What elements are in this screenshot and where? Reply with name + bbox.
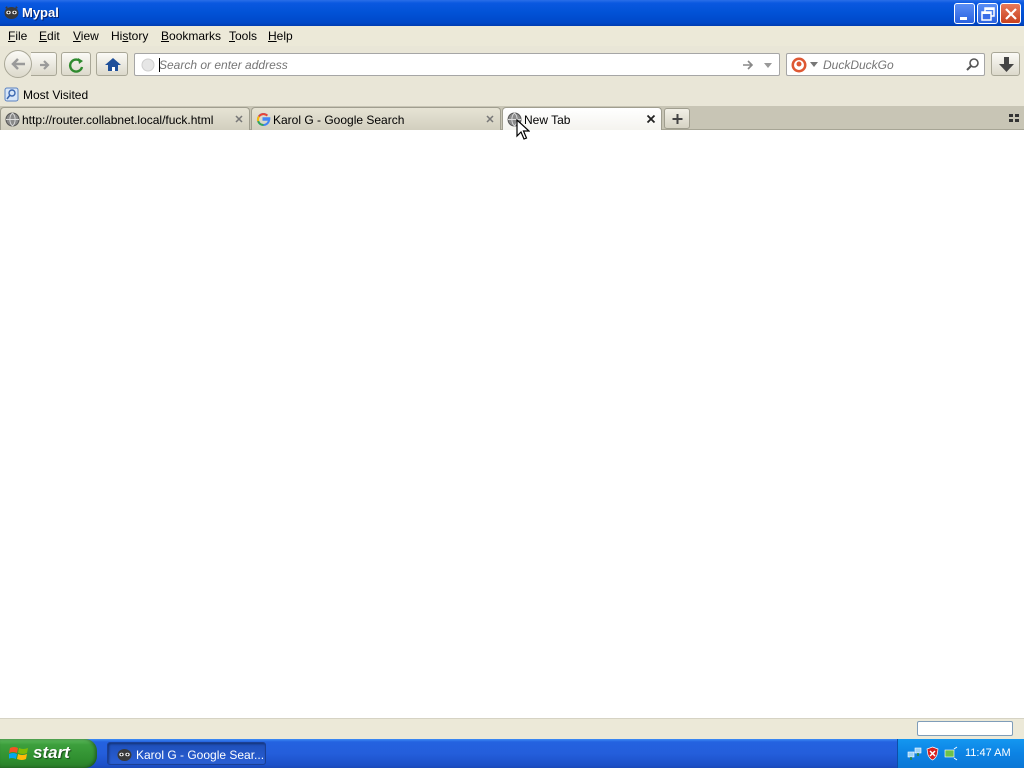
close-icon	[1005, 8, 1017, 20]
taskbar-window-button[interactable]: Karol G - Google Sear...	[107, 742, 266, 765]
text-caret	[159, 58, 160, 72]
restore-button[interactable]	[977, 3, 998, 24]
most-visited-icon	[4, 87, 19, 102]
tab-router[interactable]: http://router.collabnet.local/fuck.html	[0, 107, 250, 130]
forward-button[interactable]	[31, 52, 57, 76]
engine-dropdown-icon[interactable]	[810, 62, 818, 68]
menu-view[interactable]: View	[73, 29, 99, 43]
tab-google-search[interactable]: Karol G - Google Search	[251, 107, 501, 130]
back-button[interactable]	[4, 50, 32, 78]
reload-icon	[69, 58, 84, 73]
new-tab-button[interactable]	[664, 108, 690, 129]
menu-bar: File Edit View History Bookmarks Tools H…	[0, 26, 1024, 46]
downloads-button[interactable]	[991, 52, 1020, 76]
tab-label: New Tab	[524, 113, 571, 127]
windows-logo-icon	[9, 747, 28, 760]
home-button[interactable]	[96, 52, 128, 76]
status-field	[917, 721, 1013, 736]
close-tab-icon[interactable]	[483, 112, 497, 126]
mypal-raccoon-icon	[4, 6, 19, 19]
tab-label: Karol G - Google Search	[273, 113, 405, 127]
url-bar[interactable]	[134, 53, 780, 76]
close-button[interactable]	[1000, 3, 1021, 24]
minimize-button[interactable]	[954, 3, 975, 24]
dropdown-icon[interactable]	[762, 59, 774, 71]
security-shield-icon[interactable]	[925, 746, 940, 761]
reload-button[interactable]	[61, 52, 91, 76]
navigation-toolbar	[0, 46, 1024, 84]
start-label: start	[33, 743, 70, 762]
url-input[interactable]	[159, 56, 719, 73]
system-tray: 11:47 AM	[897, 739, 1024, 768]
plus-icon	[672, 114, 683, 124]
search-input[interactable]	[823, 56, 963, 73]
download-arrow-icon	[999, 57, 1014, 72]
globe-icon	[5, 112, 20, 127]
google-g-icon	[256, 113, 271, 127]
menu-file[interactable]: File	[8, 29, 27, 43]
menu-tools[interactable]: Tools	[229, 29, 257, 43]
menu-history[interactable]: History	[111, 29, 148, 43]
network-icon[interactable]	[907, 746, 922, 761]
go-arrow-icon[interactable]	[741, 58, 755, 72]
taskbar: start Karol G - Google Sear... 11:47 AM	[0, 739, 1024, 768]
close-tab-icon[interactable]	[644, 112, 658, 126]
tab-strip: http://router.collabnet.local/fuck.html …	[0, 106, 1024, 131]
duckduckgo-engine-icon[interactable]	[791, 57, 807, 73]
forward-arrow-icon	[40, 60, 50, 70]
tab-label: http://router.collabnet.local/fuck.html	[22, 113, 214, 127]
search-magnifier-icon[interactable]	[965, 57, 980, 72]
status-bar	[0, 718, 1024, 739]
title-bar[interactable]: Mypal	[0, 0, 1024, 26]
bookmarks-toolbar: Most Visited	[0, 84, 1024, 106]
mouse-cursor-icon	[516, 119, 530, 140]
menu-edit[interactable]: Edit	[39, 29, 60, 43]
menu-bookmarks[interactable]: Bookmarks	[161, 29, 221, 43]
mypal-raccoon-icon	[117, 749, 132, 761]
list-all-tabs-icon[interactable]	[1007, 111, 1021, 125]
menu-help[interactable]: Help	[268, 29, 293, 43]
back-arrow-icon	[11, 58, 25, 70]
taskbar-window-label: Karol G - Google Sear...	[136, 748, 265, 762]
page-content[interactable]	[0, 130, 1024, 718]
bookmark-most-visited[interactable]: Most Visited	[23, 88, 88, 102]
minimize-icon	[960, 17, 967, 20]
clock: 11:47 AM	[965, 747, 1011, 759]
restore-icon	[981, 7, 995, 21]
start-button[interactable]: start	[0, 739, 97, 768]
window-title: Mypal	[22, 5, 59, 20]
close-tab-icon[interactable]	[232, 112, 246, 126]
search-bar[interactable]	[786, 53, 985, 76]
home-icon	[105, 58, 121, 71]
network-status-icon[interactable]	[943, 746, 958, 761]
page-identity-icon	[141, 58, 155, 72]
